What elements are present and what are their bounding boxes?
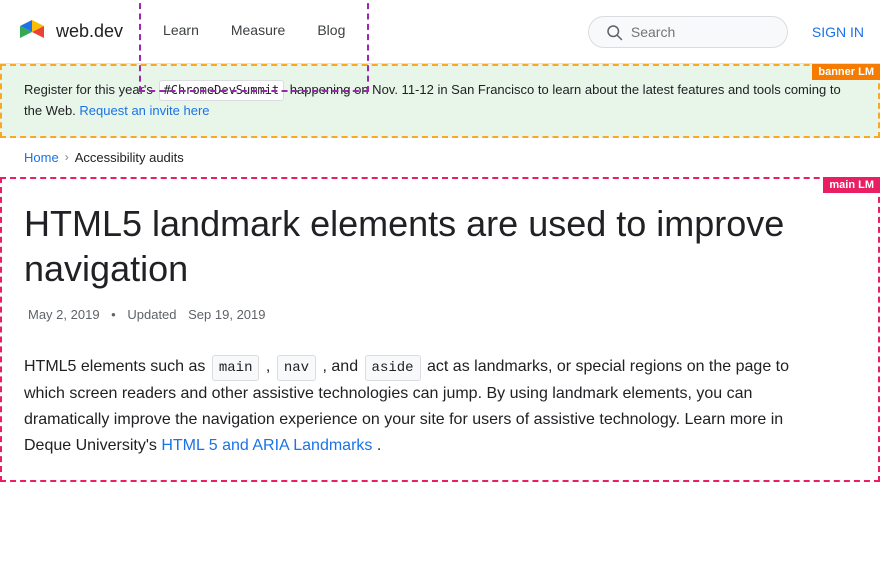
banner-hashtag: #ChromeDevSummit xyxy=(159,80,285,101)
banner: Register for this year's #ChromeDevSummi… xyxy=(0,64,880,138)
sign-in-button[interactable]: SIGN IN xyxy=(812,24,864,40)
main-wrapper: main LM HTML5 landmark elements are used… xyxy=(0,177,880,482)
article-body: HTML5 elements such as main , nav , and … xyxy=(24,354,824,458)
article-meta: May 2, 2019 • Updated Sep 19, 2019 xyxy=(24,307,856,322)
article-and: , and xyxy=(323,358,359,375)
article-deque-link[interactable]: HTML 5 and ARIA Landmarks xyxy=(161,437,372,454)
article-updated-date: Sep 19, 2019 xyxy=(188,307,265,322)
banner-wrapper: banner LM Register for this year's #Chro… xyxy=(0,64,880,138)
code-main: main xyxy=(212,355,260,381)
nav-wrapper: navigation LM Learn Measure Blog xyxy=(147,0,361,64)
article-title: HTML5 landmark elements are used to impr… xyxy=(24,201,856,291)
main-lm-badge: main LM xyxy=(823,177,880,193)
banner-text-before: Register for this year's xyxy=(24,82,153,97)
article-updated-label: Updated xyxy=(127,307,176,322)
breadcrumb: Home › Accessibility audits xyxy=(0,138,880,177)
article-body-intro: HTML5 elements such as xyxy=(24,358,205,375)
nav-blog[interactable]: Blog xyxy=(301,0,361,64)
article-meta-dot: • xyxy=(111,307,116,322)
nav-learn[interactable]: Learn xyxy=(147,0,215,64)
breadcrumb-separator: › xyxy=(65,150,69,164)
logo-link[interactable]: web.dev xyxy=(16,16,123,48)
main-content: main LM HTML5 landmark elements are used… xyxy=(0,177,880,482)
nav-measure[interactable]: Measure xyxy=(215,0,301,64)
webdev-logo-icon xyxy=(16,16,48,48)
search-box xyxy=(588,16,788,48)
code-nav: nav xyxy=(277,355,316,381)
header: web.dev navigation LM Learn Measure Blog… xyxy=(0,0,880,64)
main-nav: Learn Measure Blog xyxy=(147,0,361,64)
code-aside: aside xyxy=(365,355,421,381)
article-date: May 2, 2019 xyxy=(28,307,100,322)
search-input[interactable] xyxy=(631,24,771,40)
article-body-end: . xyxy=(377,437,381,454)
breadcrumb-home[interactable]: Home xyxy=(24,150,59,165)
search-area: SIGN IN xyxy=(588,16,864,48)
banner-link[interactable]: Request an invite here xyxy=(79,103,209,118)
breadcrumb-current: Accessibility audits xyxy=(75,150,184,165)
article-comma1: , xyxy=(266,358,270,375)
logo-text: web.dev xyxy=(56,21,123,42)
search-icon xyxy=(605,23,623,41)
banner-lm-badge: banner LM xyxy=(812,64,880,80)
